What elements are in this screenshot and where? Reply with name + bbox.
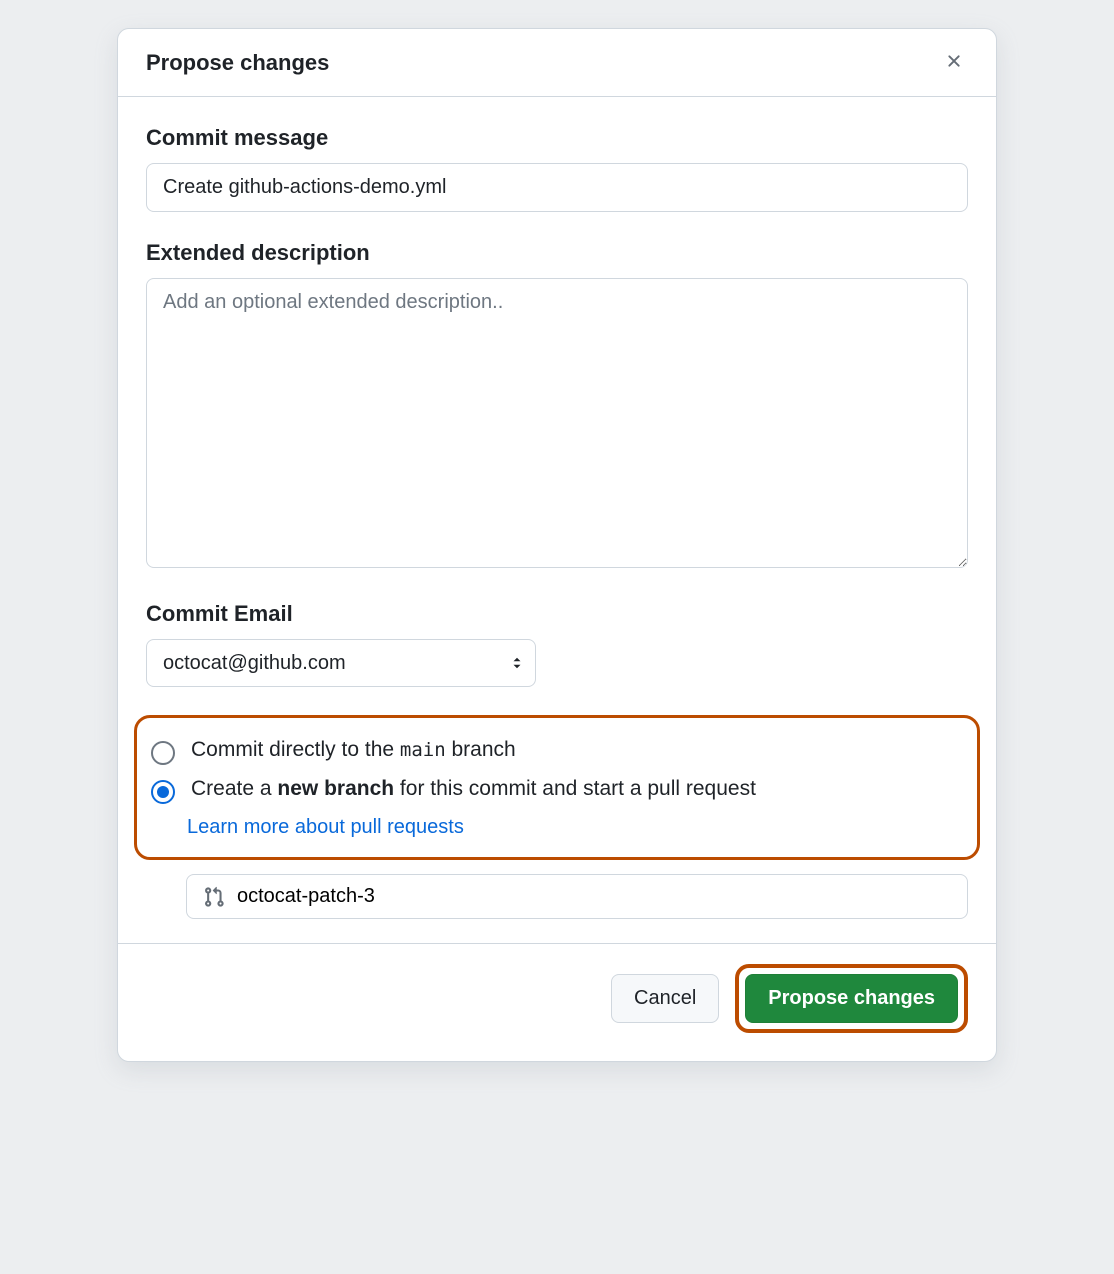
radio-commit-direct-label: Commit directly to the main branch bbox=[191, 738, 516, 762]
branch-name-row bbox=[186, 874, 968, 919]
radio-text: Create a bbox=[191, 777, 277, 800]
close-icon bbox=[944, 51, 964, 74]
commit-message-group: Commit message bbox=[146, 125, 968, 212]
radio-create-branch[interactable]: Create a new branch for this commit and … bbox=[147, 771, 967, 810]
dialog-title: Propose changes bbox=[146, 50, 329, 76]
propose-changes-button[interactable]: Propose changes bbox=[745, 974, 958, 1023]
extended-description-group: Extended description bbox=[146, 240, 968, 573]
radio-text: for this commit and start a pull request bbox=[394, 777, 756, 800]
dialog-body: Commit message Extended description Comm… bbox=[118, 97, 996, 943]
commit-email-group: Commit Email octocat@github.com bbox=[146, 601, 968, 687]
extended-description-label: Extended description bbox=[146, 240, 968, 266]
radio-icon bbox=[151, 780, 175, 804]
dialog-header: Propose changes bbox=[118, 29, 996, 97]
branch-choice-section: Commit directly to the main branch Creat… bbox=[134, 715, 980, 860]
radio-icon bbox=[151, 741, 175, 765]
propose-changes-highlight: Propose changes bbox=[735, 964, 968, 1033]
branch-code: main bbox=[400, 739, 446, 761]
commit-email-select[interactable]: octocat@github.com bbox=[146, 639, 536, 687]
commit-email-label: Commit Email bbox=[146, 601, 968, 627]
git-pull-request-icon bbox=[203, 886, 225, 908]
extended-description-input[interactable] bbox=[146, 278, 968, 568]
radio-create-branch-label: Create a new branch for this commit and … bbox=[191, 777, 756, 801]
commit-message-label: Commit message bbox=[146, 125, 968, 151]
radio-text: branch bbox=[446, 738, 516, 761]
branch-name-input[interactable] bbox=[237, 885, 951, 908]
commit-email-select-wrap: octocat@github.com bbox=[146, 639, 536, 687]
propose-changes-dialog: Propose changes Commit message Extended … bbox=[117, 28, 997, 1062]
learn-more-link[interactable]: Learn more about pull requests bbox=[187, 816, 464, 839]
dialog-footer: Cancel Propose changes bbox=[118, 943, 996, 1061]
close-button[interactable] bbox=[940, 47, 968, 78]
radio-text: Commit directly to the bbox=[191, 738, 400, 761]
commit-message-input[interactable] bbox=[146, 163, 968, 212]
radio-text-bold: new branch bbox=[277, 777, 394, 800]
radio-commit-direct[interactable]: Commit directly to the main branch bbox=[147, 732, 967, 771]
cancel-button[interactable]: Cancel bbox=[611, 974, 719, 1023]
